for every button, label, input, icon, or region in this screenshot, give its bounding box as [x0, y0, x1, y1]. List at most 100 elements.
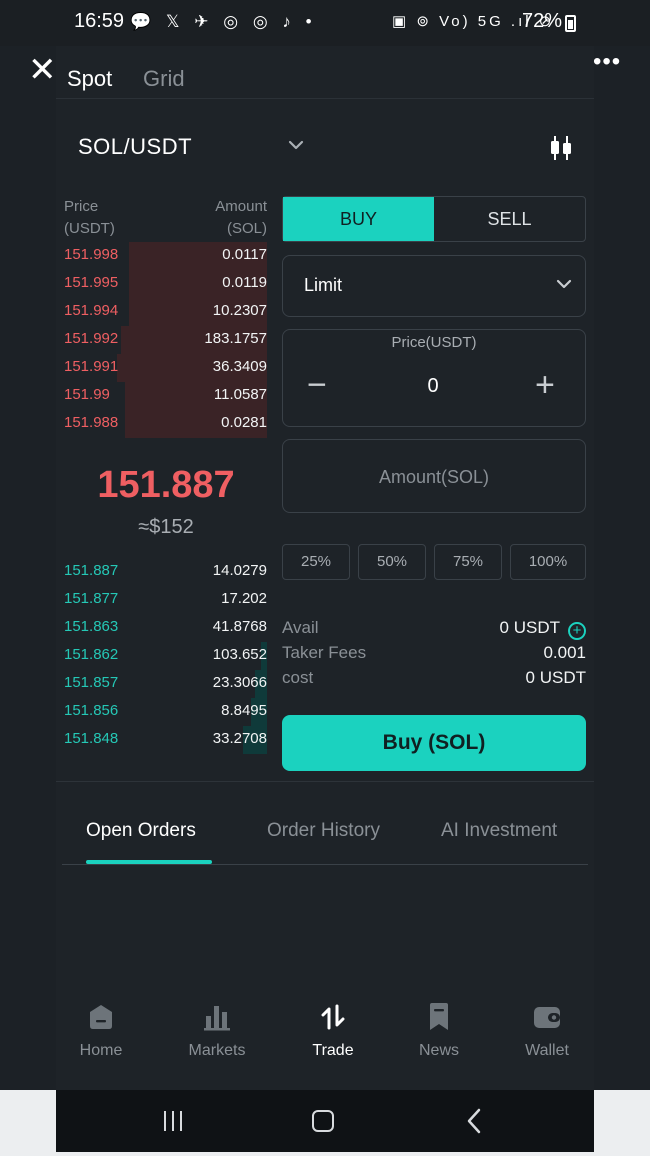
tab-grid[interactable]: Grid [143, 66, 185, 92]
percent-50-button[interactable]: 50% [358, 544, 426, 580]
ask-price: 151.988 [64, 414, 119, 431]
left-backdrop [0, 0, 56, 1156]
system-navigation-bar [56, 1090, 594, 1152]
ask-price: 151.992 [64, 330, 119, 347]
tab-ai-investment[interactable]: AI Investment [441, 820, 557, 842]
bid-amount: 103.652 [212, 646, 267, 663]
bid-row[interactable]: 151.848 33.2708 [64, 726, 267, 754]
ask-amount: 183.1757 [204, 330, 267, 347]
bid-price: 151.848 [64, 730, 119, 747]
bid-row[interactable]: 151.857 23.3066 [64, 670, 267, 698]
nav-trade-label: Trade [312, 1042, 354, 1059]
ask-price: 151.995 [64, 274, 119, 291]
ask-row[interactable]: 151.995 0.0119 [64, 270, 267, 298]
price-header-label: Price [64, 198, 99, 215]
header-divider [56, 98, 594, 99]
ask-price: 151.991 [64, 358, 119, 375]
percent-100-button[interactable]: 100% [510, 544, 586, 580]
news-icon [430, 1003, 448, 1030]
ask-row[interactable]: 151.991 36.3409 [64, 354, 267, 382]
amount-placeholder: Amount(SOL) [378, 467, 490, 487]
add-funds-icon[interactable]: + [568, 622, 586, 640]
nav-home-label: Home [79, 1042, 123, 1059]
bid-row[interactable]: 151.887 14.0279 [64, 558, 267, 586]
tab-order-history[interactable]: Order History [267, 820, 380, 842]
battery-icon [565, 15, 576, 32]
avail-label: Avail [282, 618, 319, 637]
status-bar: 16:59 💬 𝕏 ✈ ◎ ◎ ♪ • ▣ ⊚ Vo) 5G .ıl ⊘ 72% [0, 0, 650, 46]
bid-amount: 33.2708 [212, 730, 267, 747]
bid-amount: 23.3066 [212, 674, 267, 691]
buy-tab[interactable]: BUY [283, 197, 434, 241]
bid-amount: 8.8495 [221, 702, 267, 719]
amount-input[interactable]: Amount(SOL) [282, 439, 586, 513]
last-price: 151.887 [97, 464, 235, 506]
orderbook-amount-header: Amount (SOL) [170, 196, 267, 240]
ask-row[interactable]: 151.994 10.2307 [64, 298, 267, 326]
recents-icon[interactable] [162, 1110, 184, 1132]
tab-spot[interactable]: Spot [67, 66, 112, 92]
sell-tab[interactable]: SELL [434, 197, 585, 241]
bid-price: 151.857 [64, 674, 119, 691]
ask-row[interactable]: 151.99 11.0587 [64, 382, 267, 410]
ask-price: 151.99 [64, 386, 110, 403]
bid-amount: 41.8768 [212, 618, 267, 635]
bid-amount: 14.0279 [212, 562, 267, 579]
back-icon[interactable] [464, 1108, 484, 1134]
bid-row[interactable]: 151.862 103.652 [64, 642, 267, 670]
amount-header-label: Amount [215, 198, 267, 215]
trade-icon [321, 1004, 345, 1030]
ask-amount: 0.0117 [222, 246, 267, 263]
notification-icons: 💬 𝕏 ✈ ◎ ◎ ♪ • [130, 12, 317, 31]
ask-amount: 0.0119 [222, 274, 267, 291]
chevron-down-icon [556, 279, 572, 289]
ask-row[interactable]: 151.998 0.0117 [64, 242, 267, 270]
ask-amount: 10.2307 [212, 302, 267, 319]
order-type-select[interactable]: Limit [282, 255, 586, 317]
price-header-unit: (USDT) [64, 220, 115, 237]
percent-25-button[interactable]: 25% [282, 544, 350, 580]
home-button-icon[interactable] [312, 1110, 334, 1132]
avail-value-wrap: 0 USDT + [500, 618, 586, 640]
ask-row[interactable]: 151.988 0.0281 [64, 410, 267, 438]
price-stepper: Price(USDT) − 0 + [282, 329, 586, 427]
cost-label: cost [282, 668, 314, 687]
nav-wallet-label: Wallet [525, 1042, 569, 1059]
avail-value: 0 USDT [499, 618, 560, 637]
section-divider [56, 781, 594, 782]
plus-icon[interactable]: + [535, 366, 555, 405]
price-label: Price(USDT) [391, 334, 477, 351]
fees-value: 0.001 [543, 643, 586, 662]
ask-row[interactable]: 151.992 183.1757 [64, 326, 267, 354]
buy-sell-toggle: BUY SELL [282, 196, 586, 242]
bid-amount: 17.202 [221, 590, 267, 607]
buy-submit-button[interactable]: Buy (SOL) [282, 715, 586, 771]
bid-price: 151.877 [64, 590, 119, 607]
last-price-usd: ≈$152 [138, 516, 194, 538]
nav-markets-label: Markets [188, 1042, 246, 1059]
close-icon[interactable]: ✕ [28, 50, 57, 90]
ask-amount: 0.0281 [221, 414, 267, 431]
status-time: 16:59 [74, 10, 125, 32]
bid-row[interactable]: 151.877 17.202 [64, 586, 267, 614]
order-type-value: Limit [304, 275, 343, 295]
ask-price: 151.998 [64, 246, 119, 263]
bid-row[interactable]: 151.863 41.8768 [64, 614, 267, 642]
more-options-icon[interactable]: ••• [593, 48, 621, 76]
ask-amount: 36.3409 [212, 358, 267, 375]
ask-price: 151.994 [64, 302, 119, 319]
percent-75-button[interactable]: 75% [434, 544, 502, 580]
tab-open-orders[interactable]: Open Orders [86, 820, 196, 842]
chevron-down-icon[interactable] [287, 136, 305, 154]
bid-price: 151.862 [64, 646, 119, 663]
bid-price: 151.887 [64, 562, 119, 579]
fees-label: Taker Fees [282, 643, 367, 662]
bid-row[interactable]: 151.856 8.8495 [64, 698, 267, 726]
trading-pair-selector[interactable]: SOL/USDT [78, 134, 192, 160]
ask-amount: 11.0587 [213, 386, 267, 403]
tabs-divider [62, 864, 588, 865]
battery-level: 72% [522, 10, 563, 32]
bid-price: 151.856 [64, 702, 119, 719]
candlestick-chart-icon[interactable] [548, 134, 574, 162]
right-backdrop [594, 0, 650, 1156]
